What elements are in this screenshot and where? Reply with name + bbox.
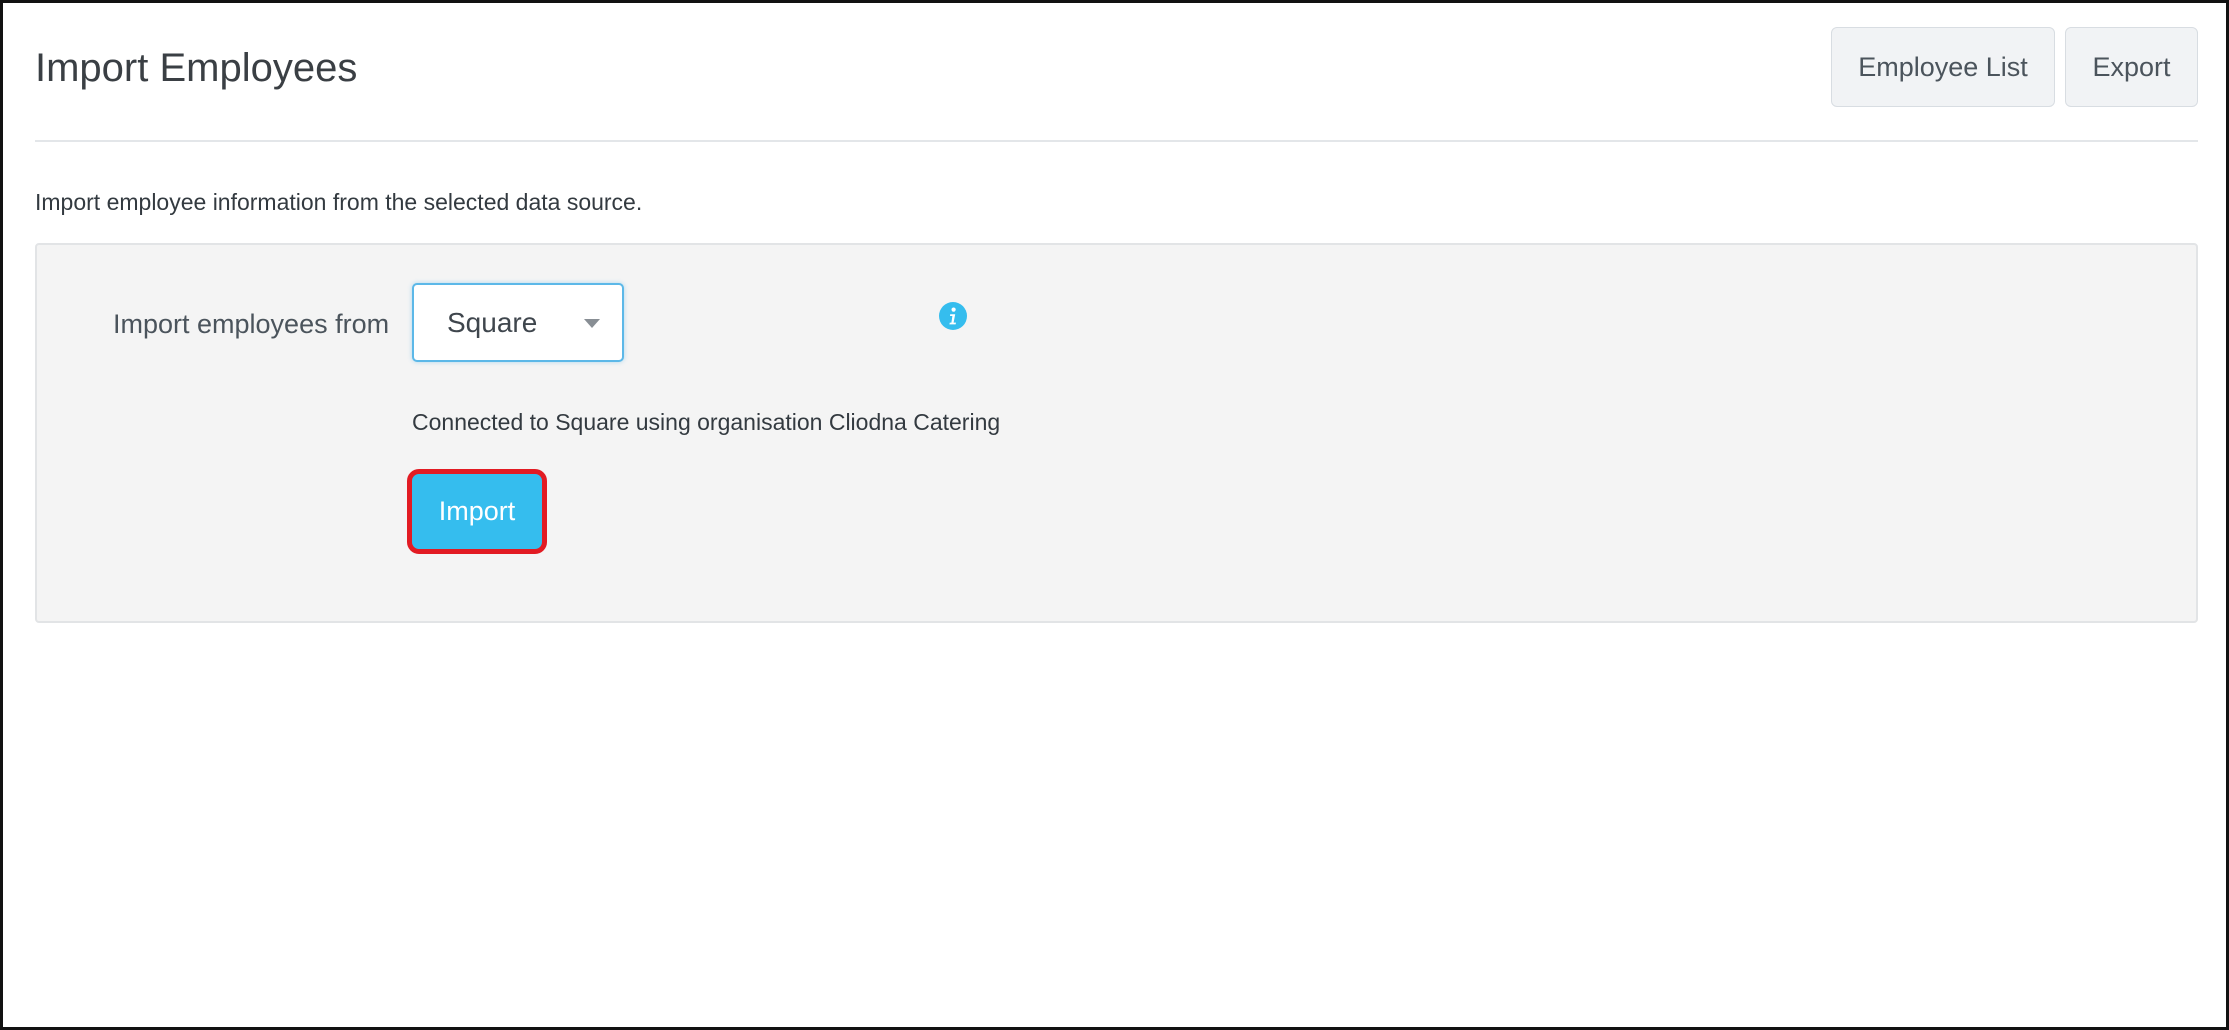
employee-list-button[interactable]: Employee List — [1831, 27, 2055, 107]
import-source-select[interactable]: Square — [412, 283, 624, 362]
connection-status-text: Connected to Square using organisation C… — [412, 409, 1001, 435]
page-description: Import employee information from the sel… — [35, 189, 643, 215]
export-button[interactable]: Export — [2065, 27, 2198, 107]
page-title: Import Employees — [35, 46, 358, 90]
app-window: Import Employees Employee List Export Im… — [0, 0, 2229, 1030]
import-panel — [35, 243, 2198, 623]
info-icon[interactable] — [939, 302, 967, 330]
import-button[interactable]: Import — [407, 469, 547, 554]
import-source-label: Import employees from — [113, 309, 390, 339]
import-source-selected-value: Square — [447, 307, 538, 338]
header-divider — [35, 140, 2198, 142]
chevron-down-icon — [584, 319, 600, 328]
